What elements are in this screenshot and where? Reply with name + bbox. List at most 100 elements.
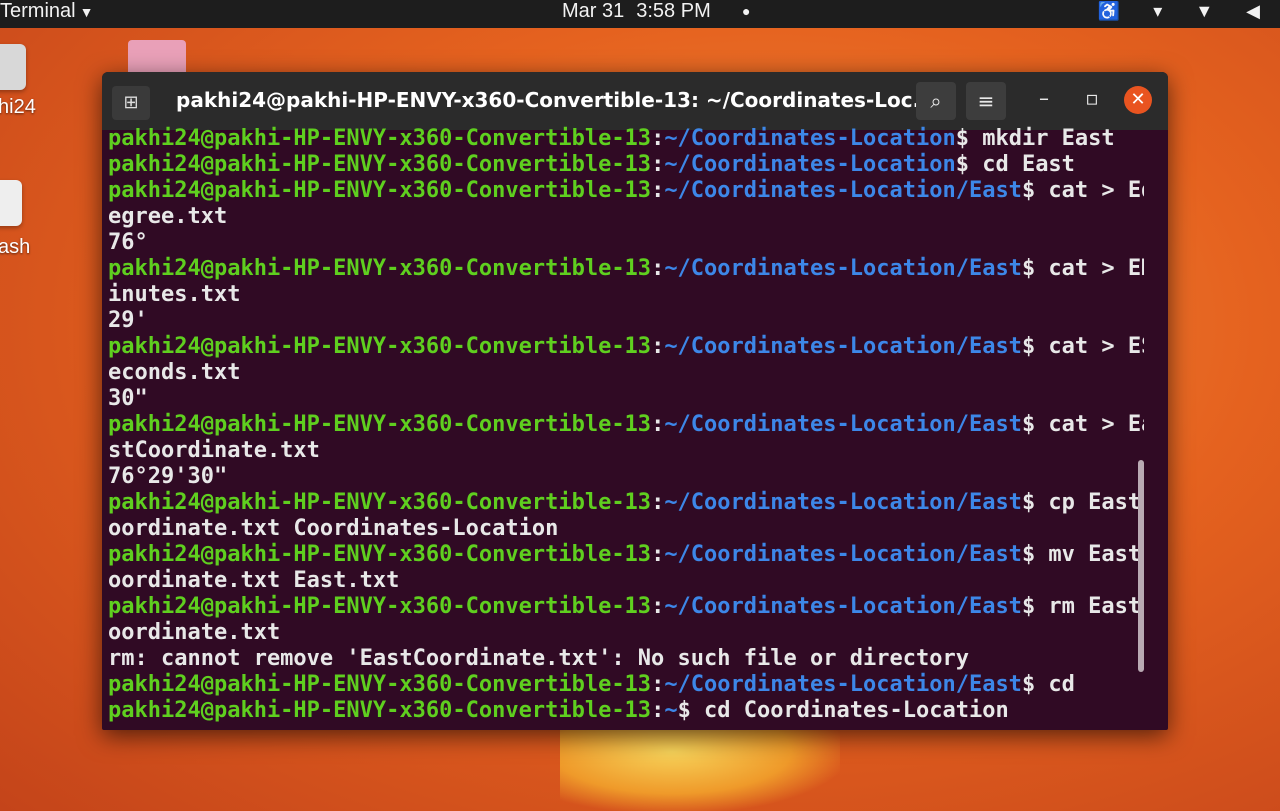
prompt-user: pakhi24@pakhi-HP-ENVY-x360-Convertible-1…	[108, 334, 652, 359]
prompt-path: ~/Coordinates-Location/East	[664, 256, 1022, 281]
prompt-colon: :	[651, 334, 665, 359]
clock[interactable]: Mar 31 3:58 PM	[562, 0, 723, 22]
terminal-window[interactable]: ⊞ pakhi24@pakhi-HP-ENVY-x360-Convertible…	[102, 72, 1168, 730]
output-line: rm: cannot remove 'EastCoordinate.txt': …	[108, 646, 969, 672]
app-menu[interactable]: Terminal ▼	[0, 0, 93, 23]
top-bar: Terminal ▼ Mar 31 3:58 PM ● ♿ ▾ ▼ ◀	[0, 0, 1280, 28]
accessibility-icon[interactable]: ♿	[1098, 1, 1120, 21]
output-line: stCoordinate.txt	[108, 438, 320, 464]
command-text: $ cat > Ed	[1021, 178, 1144, 203]
system-tray[interactable]: ♿ ▾ ▼ ◀	[1070, 0, 1260, 22]
prompt-line: pakhi24@pakhi-HP-ENVY-x360-Convertible-1…	[108, 594, 1144, 620]
prompt-line: pakhi24@pakhi-HP-ENVY-x360-Convertible-1…	[108, 542, 1144, 568]
notification-dot-icon: ●	[742, 3, 751, 19]
prompt-path: ~/Coordinates-Location/East	[664, 594, 1022, 619]
prompt-colon: :	[651, 594, 665, 619]
output-text: rm: cannot remove 'EastCoordinate.txt': …	[108, 646, 969, 671]
command-text: $ mkdir East	[955, 126, 1115, 151]
folder-icon[interactable]	[128, 40, 186, 74]
output-text: 30"	[108, 386, 148, 411]
prompt-colon: :	[651, 542, 665, 567]
prompt-colon: :	[651, 412, 665, 437]
command-text: $ cat > Ea	[1021, 412, 1144, 437]
command-text: $ cp EastC	[1021, 490, 1144, 515]
output-line: oordinate.txt Coordinates-Location	[108, 516, 558, 542]
command-text: $ cat > ES	[1021, 334, 1144, 359]
search-icon[interactable]: ⌕	[916, 82, 956, 120]
prompt-line: pakhi24@pakhi-HP-ENVY-x360-Convertible-1…	[108, 698, 1009, 724]
output-line: 30"	[108, 386, 148, 412]
prompt-colon: :	[651, 126, 665, 151]
prompt-path: ~/Coordinates-Location/East	[664, 412, 1022, 437]
prompt-colon: :	[651, 672, 665, 697]
prompt-colon: :	[651, 698, 665, 723]
prompt-user: pakhi24@pakhi-HP-ENVY-x360-Convertible-1…	[108, 178, 652, 203]
prompt-user: pakhi24@pakhi-HP-ENVY-x360-Convertible-1…	[108, 698, 652, 723]
output-text: oordinate.txt East.txt	[108, 568, 400, 593]
prompt-path: ~	[664, 698, 678, 723]
prompt-colon: :	[651, 490, 665, 515]
output-text: oordinate.txt Coordinates-Location	[108, 516, 559, 541]
chevron-down-icon: ▼	[79, 4, 94, 20]
output-text: econds.txt	[108, 360, 241, 385]
prompt-user: pakhi24@pakhi-HP-ENVY-x360-Convertible-1…	[108, 256, 652, 281]
prompt-colon: :	[651, 256, 665, 281]
output-text: oordinate.txt	[108, 620, 281, 645]
minimize-button[interactable]: –	[1030, 86, 1058, 110]
output-text: inutes.txt	[108, 282, 241, 307]
output-text: stCoordinate.txt	[108, 438, 320, 463]
prompt-line: pakhi24@pakhi-HP-ENVY-x360-Convertible-1…	[108, 412, 1144, 438]
output-line: 76°	[108, 230, 148, 256]
output-text: 76°	[108, 230, 148, 255]
new-tab-icon[interactable]: ⊞	[112, 86, 150, 120]
prompt-user: pakhi24@pakhi-HP-ENVY-x360-Convertible-1…	[108, 126, 652, 151]
command-text: $ cd East	[955, 152, 1075, 177]
prompt-line: pakhi24@pakhi-HP-ENVY-x360-Convertible-1…	[108, 126, 1115, 152]
close-button[interactable]: ✕	[1124, 86, 1152, 114]
trash-label: ash	[0, 236, 31, 258]
prompt-line: pakhi24@pakhi-HP-ENVY-x360-Convertible-1…	[108, 178, 1144, 204]
command-text: $ cd	[1021, 672, 1075, 697]
home-folder-label: hi24	[0, 96, 36, 118]
prompt-path: ~/Coordinates-Location/East	[664, 542, 1022, 567]
maximize-button[interactable]: ▫	[1078, 86, 1106, 110]
command-text: $ cat > EM	[1021, 256, 1144, 281]
wallpaper-swirl	[560, 726, 840, 811]
output-line: oordinate.txt	[108, 620, 280, 646]
prompt-colon: :	[651, 178, 665, 203]
output-text: 29'	[108, 308, 148, 333]
prompt-path: ~/Coordinates-Location/East	[664, 490, 1022, 515]
prompt-user: pakhi24@pakhi-HP-ENVY-x360-Convertible-1…	[108, 490, 652, 515]
prompt-user: pakhi24@pakhi-HP-ENVY-x360-Convertible-1…	[108, 542, 652, 567]
wifi-icon[interactable]: ▼	[1195, 1, 1213, 21]
command-text: $ rm EastC	[1021, 594, 1144, 619]
window-title: pakhi24@pakhi-HP-ENVY-x360-Convertible-1…	[176, 88, 936, 112]
chevron-down-icon[interactable]: ▾	[1153, 1, 1162, 21]
output-line: oordinate.txt East.txt	[108, 568, 399, 594]
volume-icon[interactable]: ◀	[1246, 1, 1260, 21]
command-text: $ cd Coordinates-Location	[677, 698, 1009, 723]
prompt-user: pakhi24@pakhi-HP-ENVY-x360-Convertible-1…	[108, 152, 652, 177]
output-line: econds.txt	[108, 360, 240, 386]
trash-icon[interactable]	[0, 180, 22, 226]
prompt-path: ~/Coordinates-Location/East	[664, 334, 1022, 359]
prompt-line: pakhi24@pakhi-HP-ENVY-x360-Convertible-1…	[108, 334, 1144, 360]
output-text: egree.txt	[108, 204, 228, 229]
home-folder-icon[interactable]	[0, 44, 26, 90]
title-bar[interactable]: ⊞ pakhi24@pakhi-HP-ENVY-x360-Convertible…	[102, 72, 1168, 130]
prompt-user: pakhi24@pakhi-HP-ENVY-x360-Convertible-1…	[108, 594, 652, 619]
prompt-line: pakhi24@pakhi-HP-ENVY-x360-Convertible-1…	[108, 256, 1144, 282]
menu-icon[interactable]: ≡	[966, 82, 1006, 120]
prompt-user: pakhi24@pakhi-HP-ENVY-x360-Convertible-1…	[108, 412, 652, 437]
clock-date: Mar 31	[562, 0, 625, 22]
output-line: 76°29'30"	[108, 464, 227, 490]
prompt-path: ~/Coordinates-Location/East	[664, 672, 1022, 697]
prompt-line: pakhi24@pakhi-HP-ENVY-x360-Convertible-1…	[108, 152, 1075, 178]
prompt-path: ~/Coordinates-Location	[664, 126, 956, 151]
app-menu-label: Terminal	[0, 0, 76, 22]
terminal-output[interactable]: pakhi24@pakhi-HP-ENVY-x360-Convertible-1…	[108, 126, 1144, 726]
clock-time: 3:58 PM	[636, 0, 711, 22]
output-line: 29'	[108, 308, 148, 334]
scrollbar[interactable]	[1138, 460, 1144, 672]
prompt-line: pakhi24@pakhi-HP-ENVY-x360-Convertible-1…	[108, 672, 1075, 698]
